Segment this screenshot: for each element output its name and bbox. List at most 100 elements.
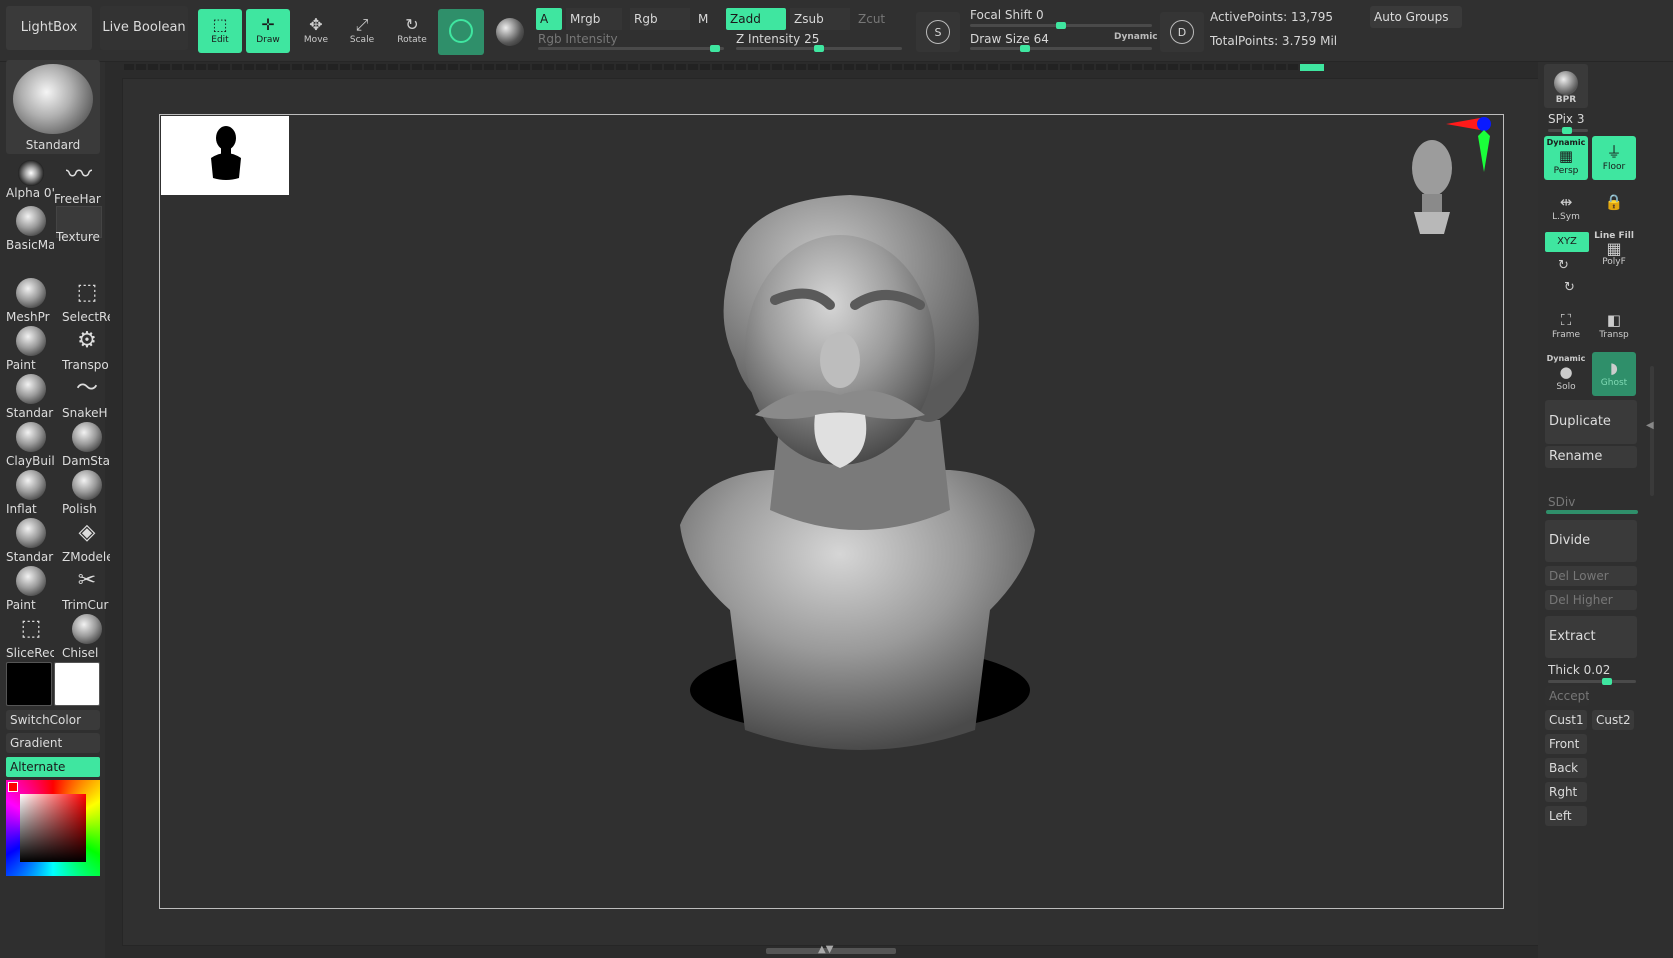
- scale-button[interactable]: ⤢ Scale: [340, 9, 384, 53]
- solo-button[interactable]: Dynamic ● Solo: [1544, 352, 1588, 396]
- lock-button[interactable]: 🔒: [1592, 186, 1636, 230]
- mrgb-toggle[interactable]: Mrgb: [566, 8, 622, 30]
- ghost-button[interactable]: ◗ Ghost: [1592, 352, 1636, 396]
- brush-item[interactable]: Paint: [6, 326, 54, 372]
- thick-handle[interactable]: [1602, 678, 1612, 685]
- right-scrollbar[interactable]: [1650, 366, 1654, 496]
- move-button[interactable]: ✥ Move: [294, 9, 338, 53]
- transp-button[interactable]: ◧ Transp: [1592, 304, 1636, 348]
- zadd-toggle[interactable]: Zadd: [726, 8, 786, 30]
- brush-shape-button[interactable]: [438, 9, 484, 55]
- brush-item[interactable]: Standar: [6, 518, 54, 564]
- brush-item[interactable]: Standar: [6, 374, 54, 420]
- texture-button[interactable]: Texture: [56, 206, 104, 244]
- draw-size-handle[interactable]: [1020, 45, 1030, 52]
- axis-gizmo[interactable]: [1444, 114, 1492, 174]
- color-picker[interactable]: [6, 780, 100, 876]
- divide-button[interactable]: Divide: [1545, 520, 1637, 562]
- trim-curve-icon: ✂: [77, 568, 97, 593]
- spix-handle[interactable]: [1562, 127, 1572, 134]
- brush-item[interactable]: 〜 SnakeH: [62, 374, 110, 420]
- top-tray-marker[interactable]: [1300, 64, 1324, 71]
- local-symmetry-button[interactable]: ⇹ L.Sym: [1544, 186, 1588, 230]
- dynamic-toggle[interactable]: Dynamic: [1114, 30, 1158, 44]
- stroke-d-button[interactable]: D: [1160, 12, 1204, 52]
- color-picker-marker[interactable]: [8, 782, 18, 792]
- left-view-button[interactable]: Left: [1545, 806, 1587, 826]
- draw-size-slider[interactable]: [970, 45, 1152, 52]
- polyframe-button[interactable]: Line Fill ▦ PolyF: [1592, 230, 1636, 270]
- cust1-button[interactable]: Cust1: [1545, 710, 1587, 730]
- secondary-color-swatch[interactable]: [54, 662, 100, 706]
- floor-toggle[interactable]: ⏚ Floor: [1592, 136, 1636, 180]
- current-brush-button[interactable]: Standard: [6, 60, 100, 154]
- persp-toggle[interactable]: Dynamic ▦ Persp: [1544, 136, 1588, 180]
- brush-item[interactable]: ◈ ZModele: [62, 518, 110, 564]
- collapse-arrow-icon[interactable]: ◀: [1646, 420, 1654, 431]
- gradient-button[interactable]: Gradient: [6, 733, 100, 753]
- a-toggle[interactable]: A: [536, 8, 562, 30]
- brush-item-label: Standar: [6, 550, 54, 564]
- right-view-button[interactable]: Rght: [1545, 782, 1587, 802]
- brush-item[interactable]: ⬚ SelectRe: [62, 278, 110, 324]
- rgb-intensity-handle[interactable]: [710, 45, 720, 52]
- auto-groups-button[interactable]: Auto Groups: [1370, 6, 1462, 28]
- alpha-button[interactable]: Alpha 0': [6, 160, 54, 200]
- paint-brush-icon: [16, 566, 46, 596]
- rgb-intensity-slider[interactable]: [538, 45, 724, 52]
- brush-item[interactable]: Inflat: [6, 470, 54, 516]
- brush-item[interactable]: Chisel: [62, 614, 110, 660]
- live-boolean-button[interactable]: Live Boolean: [100, 6, 188, 50]
- brush-item[interactable]: MeshPr: [6, 278, 54, 324]
- del-higher-button[interactable]: Del Higher: [1545, 590, 1637, 610]
- rename-button[interactable]: Rename: [1545, 446, 1637, 468]
- sculpt-model[interactable]: [660, 190, 1060, 810]
- brush-item[interactable]: DamSta: [62, 422, 110, 468]
- rotate-y-icon[interactable]: ↻: [1558, 258, 1569, 273]
- material-button[interactable]: BasicMa: [6, 206, 54, 252]
- thick-slider[interactable]: [1548, 678, 1636, 685]
- frame-button[interactable]: ⛶ Frame: [1544, 304, 1588, 348]
- back-view-button[interactable]: Back: [1545, 758, 1587, 778]
- z-intensity-handle[interactable]: [814, 45, 824, 52]
- brush-item[interactable]: ⚙ Transpo: [62, 326, 110, 372]
- primary-color-swatch[interactable]: [6, 662, 52, 706]
- persp-dynamic-label: Dynamic: [1546, 138, 1586, 147]
- focal-shift-handle[interactable]: [1056, 22, 1066, 29]
- zcut-toggle[interactable]: Zcut: [854, 8, 904, 30]
- duplicate-button[interactable]: Duplicate: [1545, 400, 1637, 444]
- bpr-button[interactable]: BPR: [1544, 64, 1588, 108]
- alternate-toggle[interactable]: Alternate: [6, 757, 100, 777]
- m-toggle[interactable]: M: [694, 8, 722, 30]
- sdiv-slider[interactable]: [1546, 510, 1638, 514]
- switch-color-button[interactable]: SwitchColor: [6, 710, 100, 730]
- rgb-toggle[interactable]: Rgb: [630, 8, 690, 30]
- edit-button[interactable]: ⬚ Edit: [198, 9, 242, 53]
- stroke-s-button[interactable]: S: [916, 12, 960, 52]
- lightbox-button[interactable]: LightBox: [6, 6, 92, 50]
- brush-item[interactable]: ⬚ SliceRec: [6, 614, 54, 660]
- accept-button[interactable]: Accept: [1545, 686, 1589, 706]
- brush-item[interactable]: ClayBuil: [6, 422, 54, 468]
- z-intensity-slider[interactable]: [736, 45, 902, 52]
- spix-slider[interactable]: [1548, 127, 1588, 134]
- del-lower-button[interactable]: Del Lower: [1545, 566, 1637, 586]
- focal-shift-slider[interactable]: [970, 22, 1152, 29]
- cust2-button[interactable]: Cust2: [1592, 710, 1634, 730]
- front-view-button[interactable]: Front: [1545, 734, 1587, 754]
- extract-button[interactable]: Extract: [1545, 616, 1637, 658]
- rotate-z-icon[interactable]: ↻: [1564, 280, 1575, 295]
- navigator-thumbnail[interactable]: [161, 116, 289, 195]
- color-picker-square[interactable]: [20, 794, 86, 862]
- zsub-toggle[interactable]: Zsub: [790, 8, 850, 30]
- brush-item-label: Transpo: [62, 358, 109, 372]
- brush-item[interactable]: Polish: [62, 470, 110, 516]
- brush-item[interactable]: ✂ TrimCur: [62, 566, 110, 612]
- stroke-button[interactable]: 〰 FreeHar: [54, 160, 104, 206]
- ghost-label: Ghost: [1600, 378, 1628, 388]
- brush-item[interactable]: Paint: [6, 566, 54, 612]
- draw-button[interactable]: ✛ Draw: [246, 9, 290, 53]
- rotate-button[interactable]: ↻ Rotate: [390, 9, 434, 53]
- xyz-toggle[interactable]: XYZ: [1545, 232, 1589, 252]
- material-sphere-button[interactable]: [490, 9, 530, 55]
